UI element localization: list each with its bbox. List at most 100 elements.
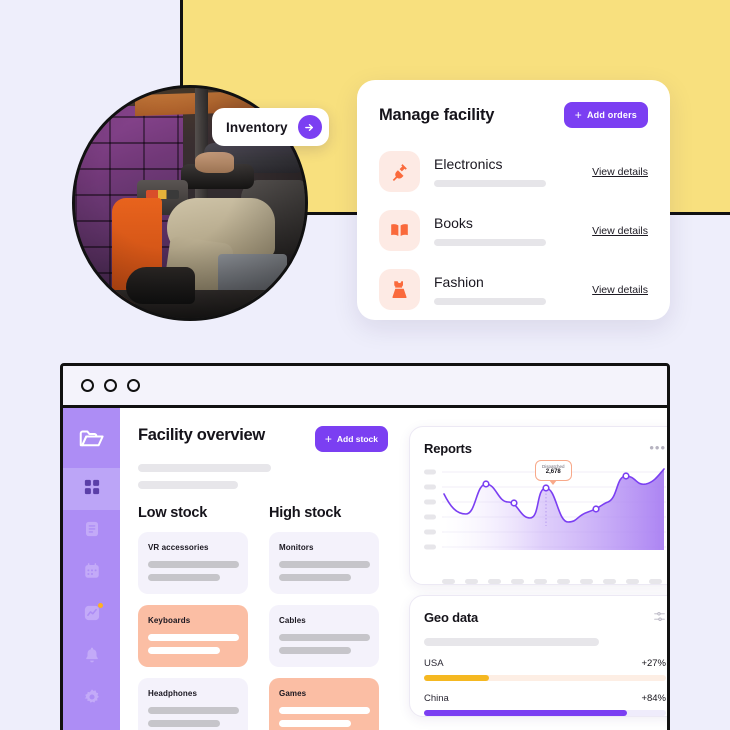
window-dot-maximize[interactable]: [127, 379, 140, 392]
geo-country-name: China: [424, 693, 449, 704]
x-tick-placeholder: [557, 579, 570, 584]
stock-card[interactable]: Cables: [269, 605, 379, 667]
inventory-badge-label: Inventory: [226, 119, 288, 135]
geo-row-china: China +84%: [424, 693, 666, 716]
high-stock-column: High stock Monitors Cables Games: [269, 505, 379, 730]
plus-icon: +: [324, 432, 332, 446]
add-stock-label: Add stock: [336, 434, 378, 444]
low-stock-column: Low stock VR accessories Keyboards Headp…: [138, 505, 248, 730]
list-item[interactable]: Fashion View details: [379, 260, 648, 319]
x-tick-placeholder: [465, 579, 478, 584]
geo-data-panel: Geo data USA +27% China +84%: [409, 595, 667, 717]
arrow-right-icon[interactable]: [297, 115, 322, 139]
x-tick-placeholder: [649, 579, 662, 584]
window-dot-close[interactable]: [81, 379, 94, 392]
category-name: Electronics: [434, 156, 503, 172]
right-rail: Reports ••• Dispatched 2,678 Geo data US…: [396, 426, 667, 730]
category-name: Fashion: [434, 274, 484, 290]
geo-title: Geo data: [424, 610, 479, 625]
column-title: High stock: [269, 505, 342, 521]
text-placeholder-line: [138, 464, 271, 472]
x-tick-placeholder: [442, 579, 455, 584]
x-tick-placeholder: [603, 579, 616, 584]
chart-x-axis-ticks: [424, 579, 666, 584]
geo-progress-track: [424, 675, 666, 681]
x-tick-placeholder: [534, 579, 547, 584]
geo-progress-fill: [424, 675, 490, 681]
stock-bar-placeholder: [279, 634, 370, 641]
gear-icon: [83, 688, 101, 711]
plus-icon: +: [574, 108, 582, 122]
sidebar-item-documents[interactable]: [63, 510, 120, 552]
list-item[interactable]: Books View details: [379, 201, 648, 260]
page-title: Facility overview: [138, 426, 265, 444]
stock-bar-placeholder: [148, 720, 220, 727]
main-content: Facility overview + Add stock Low stock …: [120, 408, 667, 730]
sidebar-item-calendar[interactable]: [63, 552, 120, 594]
stock-bar-placeholder: [148, 574, 220, 581]
stock-card[interactable]: Monitors: [269, 532, 379, 594]
page-root: Inventory Manage facility + Add orders E…: [0, 0, 730, 730]
stock-bar-placeholder: [279, 647, 351, 654]
sidebar-item-dashboard[interactable]: [63, 468, 120, 510]
stock-card[interactable]: Headphones: [138, 678, 248, 730]
add-stock-button[interactable]: + Add stock: [314, 426, 388, 452]
list-item[interactable]: Electronics View details: [379, 142, 648, 201]
browser-window: Facility overview + Add stock Low stock …: [60, 363, 670, 730]
notification-badge-dot: [98, 603, 103, 608]
stock-bar-placeholder: [279, 561, 370, 568]
tooltip-value: 2,678: [545, 469, 561, 476]
stock-card-name: Monitors: [279, 543, 314, 552]
view-details-link[interactable]: View details: [592, 225, 648, 237]
stock-bar-placeholder: [279, 707, 370, 714]
stock-card[interactable]: VR accessories: [138, 532, 248, 594]
add-orders-label: Add orders: [586, 110, 637, 120]
x-tick-placeholder: [488, 579, 501, 584]
stock-overview-section: Facility overview + Add stock Low stock …: [138, 426, 396, 730]
stock-bar-placeholder: [148, 647, 220, 654]
stock-bar-placeholder: [148, 707, 239, 714]
reports-title: Reports: [424, 441, 472, 456]
bell-icon: [83, 646, 101, 669]
stock-card[interactable]: Games: [269, 678, 379, 730]
stock-bar-placeholder: [279, 574, 351, 581]
view-details-link[interactable]: View details: [592, 166, 648, 178]
inventory-badge[interactable]: Inventory: [212, 108, 329, 146]
view-details-link[interactable]: View details: [592, 284, 648, 296]
sidebar-item-analytics[interactable]: [63, 594, 120, 636]
stock-card-name: Games: [279, 689, 307, 698]
grid-icon: [83, 478, 101, 501]
reports-panel: Reports ••• Dispatched 2,678: [409, 426, 667, 585]
category-list: Electronics View details Books View deta…: [379, 142, 648, 319]
folder-icon: [77, 424, 107, 459]
facility-card-title: Manage facility: [379, 105, 495, 124]
stock-card-name: Cables: [279, 616, 306, 625]
stock-card-name: Headphones: [148, 689, 198, 698]
sidebar-item-notifications[interactable]: [63, 636, 120, 678]
book-icon: [379, 210, 420, 251]
x-tick-placeholder: [511, 579, 524, 584]
category-progress-placeholder: [434, 298, 546, 305]
sidebar-item-settings[interactable]: [63, 678, 120, 720]
geo-progress-fill: [424, 710, 628, 716]
plug-icon: [379, 151, 420, 192]
stock-bar-placeholder: [279, 720, 351, 727]
reports-chart: Dispatched 2,678: [424, 460, 666, 574]
sliders-icon[interactable]: [653, 610, 666, 628]
geo-row-usa: USA +27%: [424, 658, 666, 681]
add-orders-button[interactable]: + Add orders: [563, 102, 648, 128]
category-progress-placeholder: [434, 180, 546, 187]
stock-card-name: VR accessories: [148, 543, 209, 552]
window-dot-minimize[interactable]: [104, 379, 117, 392]
stock-card-name: Keyboards: [148, 616, 191, 625]
category-name: Books: [434, 215, 473, 231]
facility-card-header: Manage facility + Add orders: [379, 102, 648, 128]
x-tick-placeholder: [626, 579, 639, 584]
more-horizontal-icon[interactable]: •••: [649, 441, 666, 454]
sidebar-item-folder[interactable]: [63, 418, 120, 464]
geo-change-value: +84%: [641, 693, 666, 704]
dress-icon: [379, 269, 420, 310]
document-icon: [83, 520, 101, 543]
stock-card[interactable]: Keyboards: [138, 605, 248, 667]
geo-change-value: +27%: [641, 658, 666, 669]
